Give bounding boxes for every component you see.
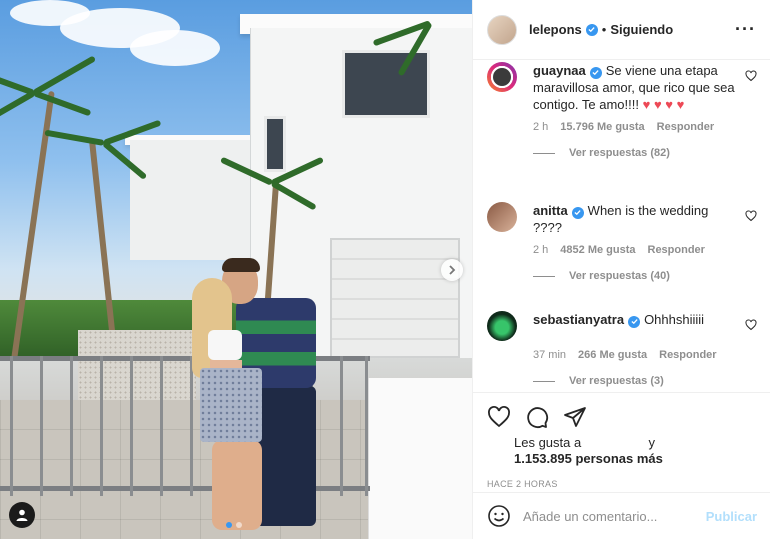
user-tag-icon <box>16 509 28 521</box>
fence-bar <box>10 356 13 496</box>
commenter-username[interactable]: guaynaa <box>533 63 586 78</box>
palm-frond <box>32 90 92 117</box>
comment-likes[interactable]: 266 Me gusta <box>578 349 647 361</box>
likes-and: y <box>648 435 655 450</box>
view-replies-button[interactable]: Ver respuestas (82) <box>533 147 757 159</box>
house-window <box>264 116 286 172</box>
comment-time: 37 min <box>533 349 567 361</box>
comment-time: 2 h <box>533 121 549 133</box>
post-photo[interactable] <box>0 0 472 539</box>
person-top <box>208 330 242 360</box>
post-header: lelepons • Siguiendo ··· <box>473 0 770 60</box>
comment-item: guaynaa Se viene una etapa maravillosa am… <box>487 62 757 159</box>
share-paper-plane-icon[interactable] <box>563 405 587 429</box>
comment-composer: Publicar <box>473 492 770 539</box>
person-hair <box>222 258 260 272</box>
commenter-avatar[interactable] <box>487 62 517 92</box>
comment-body: sebastianyatra Ohhhshiiiii <box>533 311 757 341</box>
separator: • <box>601 22 607 37</box>
next-photo-button[interactable] <box>441 259 463 281</box>
view-replies-label: Ver respuestas (3) <box>569 375 664 387</box>
post-actions: Les gusta a y 1.153.895 personas más HAC… <box>473 392 770 489</box>
palm-frond <box>0 90 36 126</box>
divider <box>533 380 555 382</box>
like-heart-icon[interactable] <box>487 405 511 429</box>
house-window <box>342 50 430 118</box>
likes-summary[interactable]: Les gusta a y 1.153.895 personas más <box>514 435 757 467</box>
author-username[interactable]: lelepons <box>529 22 582 37</box>
likes-prefix: Les gusta a <box>514 435 582 450</box>
fence-bar <box>100 356 103 496</box>
action-icons <box>487 401 757 433</box>
tagged-users-button[interactable] <box>9 502 35 528</box>
reply-button[interactable]: Responder <box>648 244 705 256</box>
verified-badge-icon <box>589 66 602 79</box>
cloud <box>130 30 220 66</box>
house-side <box>130 140 260 260</box>
person-legs <box>212 440 262 530</box>
following-button[interactable]: Siguiendo <box>610 22 673 37</box>
post-details-panel: lelepons • Siguiendo ··· guaynaa Se viene… <box>472 0 770 539</box>
reply-button[interactable]: Responder <box>657 121 714 133</box>
likes-count[interactable]: 1.153.895 personas más <box>514 451 663 466</box>
post-timestamp[interactable]: HACE 2 HORAS <box>487 479 757 489</box>
fence-bar <box>70 356 73 496</box>
like-comment-heart-icon[interactable] <box>745 210 757 222</box>
comment-item: sebastianyatra Ohhhshiiiii 37 min 266 Me … <box>487 311 757 387</box>
divider <box>533 275 555 277</box>
palm-frond <box>32 55 97 96</box>
fence-bar <box>160 356 163 496</box>
comment-bubble-icon[interactable] <box>525 405 549 429</box>
fence-bar <box>340 356 343 496</box>
carousel-dot <box>236 522 242 528</box>
view-replies-button[interactable]: Ver respuestas (40) <box>533 270 757 282</box>
more-options-icon[interactable]: ··· <box>735 19 756 40</box>
comment-text: Ohhhshiiiii <box>644 312 705 327</box>
comment-meta: 2 h 4852 Me gusta Responder <box>533 244 757 256</box>
verified-badge-icon <box>628 315 641 328</box>
verified-badge-icon <box>571 206 584 219</box>
view-replies-label: Ver respuestas (82) <box>569 147 670 159</box>
person-skirt <box>200 368 262 442</box>
commenter-username[interactable]: sebastianyatra <box>533 312 624 327</box>
publish-button[interactable]: Publicar <box>706 509 757 524</box>
fence-bar <box>190 356 193 496</box>
like-comment-heart-icon[interactable] <box>745 319 757 331</box>
carousel-dot-active <box>226 522 232 528</box>
fence-bar <box>365 356 368 496</box>
comment-body: anitta When is the wedding ???? <box>533 202 757 236</box>
comment-body: guaynaa Se viene una etapa maravillosa am… <box>533 62 757 113</box>
author-avatar[interactable] <box>487 14 517 45</box>
commenter-avatar[interactable] <box>487 202 517 232</box>
fence-bar <box>40 356 43 496</box>
carousel-indicator <box>226 522 242 528</box>
comment-meta: 37 min 266 Me gusta Responder <box>533 349 757 361</box>
reply-button[interactable]: Responder <box>659 349 716 361</box>
chevron-right-icon <box>449 265 456 275</box>
garage-door <box>330 238 460 358</box>
comment-time: 2 h <box>533 244 549 256</box>
comment-meta: 2 h 15.796 Me gusta Responder <box>533 121 757 133</box>
cloud <box>10 0 90 26</box>
commenter-avatar[interactable] <box>487 311 517 341</box>
palm-frond <box>44 129 105 146</box>
like-comment-heart-icon[interactable] <box>745 70 757 82</box>
comment-item: anitta When is the wedding ???? 2 h 4852 … <box>487 202 757 282</box>
comment-likes[interactable]: 4852 Me gusta <box>560 244 635 256</box>
emoji-icon[interactable] <box>487 504 511 528</box>
commenter-username[interactable]: anitta <box>533 203 568 218</box>
view-replies-button[interactable]: Ver respuestas (3) <box>533 375 757 387</box>
divider <box>533 152 555 154</box>
comment-likes[interactable]: 15.796 Me gusta <box>560 121 644 133</box>
gate-pillar <box>368 378 472 539</box>
verified-badge-icon <box>585 23 598 36</box>
heart-emoji: ♥ ♥ ♥ ♥ <box>642 97 685 112</box>
view-replies-label: Ver respuestas (40) <box>569 270 670 282</box>
fence-bar <box>130 356 133 496</box>
comments-list[interactable]: guaynaa Se viene una etapa maravillosa am… <box>473 60 770 392</box>
avatar-image <box>493 68 511 86</box>
comment-input[interactable] <box>523 508 706 524</box>
